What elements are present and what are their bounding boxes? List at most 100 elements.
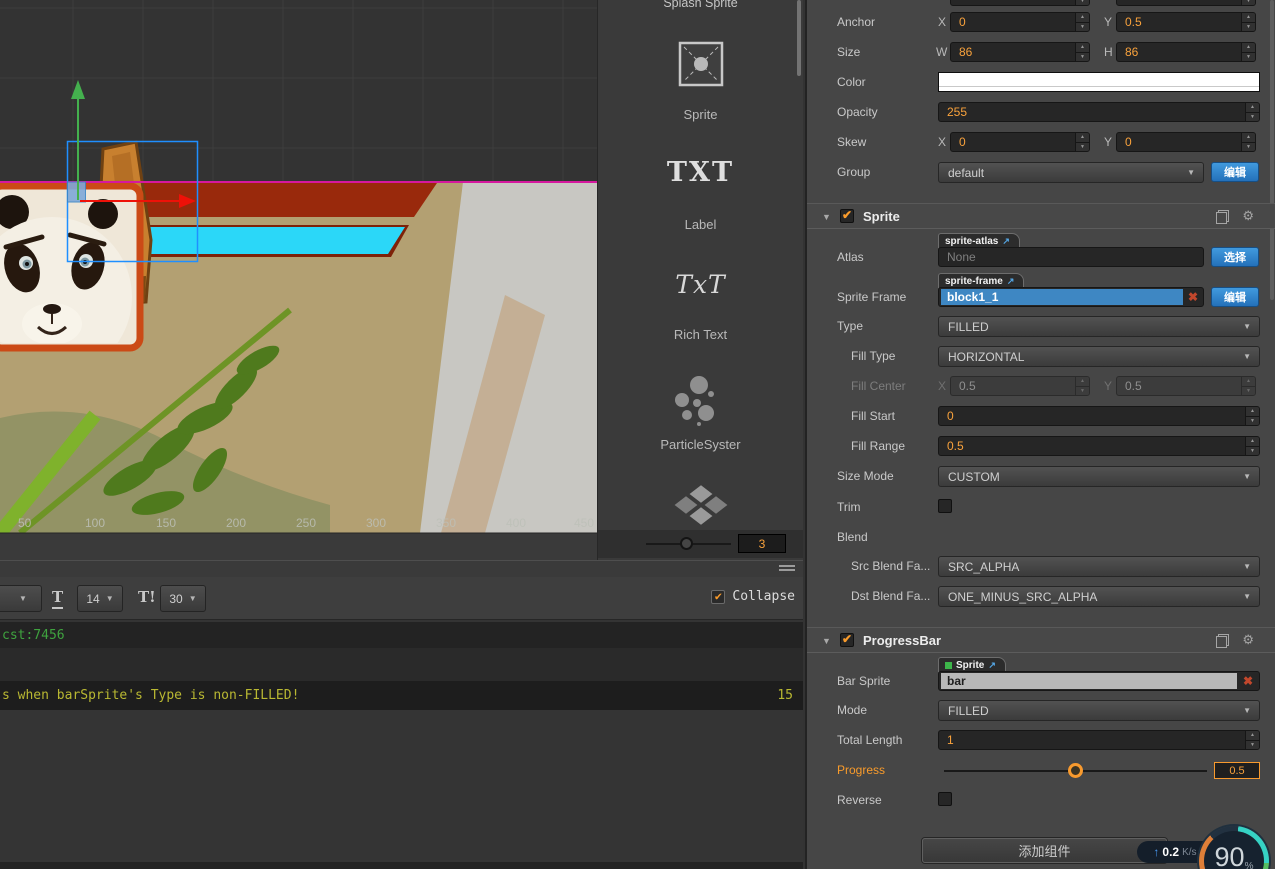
trim-row: Trim <box>807 497 1275 519</box>
group-value: default <box>948 165 985 180</box>
warning-text: s when barSprite's Type is non-FILLED! <box>2 688 300 703</box>
progressbar-section-header[interactable]: ▼ ✔ ProgressBar ⚙ <box>807 627 1275 653</box>
dst-blend-dropdown[interactable]: ONE_MINUS_SRC_ALPHA ▼ <box>938 586 1260 607</box>
spinner[interactable]: ▲▼ <box>1245 437 1259 455</box>
spinner[interactable]: ▲▼ <box>1241 43 1255 61</box>
opacity-field[interactable]: 255 ▲ ▼ <box>938 102 1260 122</box>
log-row[interactable] <box>0 648 803 681</box>
disclosure-triangle-icon[interactable]: ▼ <box>822 636 831 646</box>
panel-divider[interactable] <box>0 560 803 579</box>
atlas-select-button[interactable]: 选择 <box>1211 247 1259 267</box>
anchor-x-value: 0 <box>959 15 966 29</box>
spinner[interactable]: ▲▼ <box>1245 731 1259 749</box>
sprite-icon[interactable] <box>678 41 724 92</box>
tiledmap-icon[interactable] <box>669 482 733 533</box>
bar-sprite-type-chip: Sprite ↗ <box>938 657 1006 672</box>
chevron-down-icon: ▼ <box>1243 706 1251 715</box>
spinner[interactable]: ▲▼ <box>1241 13 1255 31</box>
palette-scrollbar[interactable] <box>797 0 801 76</box>
fill-range-field[interactable]: 0.5 ▲ ▼ <box>938 436 1260 456</box>
palette-item-label[interactable]: Label <box>598 217 803 232</box>
console-panel: ▼ T 14 ▼ T! 30 ▼ ✔ Collapse cst:7456 s w… <box>0 560 803 869</box>
console-filter-dropdown[interactable]: ▼ <box>0 585 42 612</box>
spinner[interactable]: ▲▼ <box>1075 43 1089 61</box>
trim-checkbox[interactable] <box>938 499 952 513</box>
gear-icon[interactable]: ⚙ <box>1242 632 1254 648</box>
spinner[interactable]: ▲▼ <box>1075 13 1089 31</box>
size-mode-dropdown[interactable]: CUSTOM ▼ <box>938 466 1260 487</box>
fill-range-value: 0.5 <box>947 439 964 453</box>
spinner[interactable]: ▲▼ <box>1241 133 1255 151</box>
anchor-handle-gizmo[interactable] <box>67 181 86 203</box>
anchor-x-field[interactable]: 0 ▲ ▼ <box>950 12 1090 32</box>
copy-component-icon[interactable] <box>1216 212 1227 224</box>
progress-value-field[interactable]: 0.5 <box>1214 762 1260 779</box>
spinner[interactable]: ▲▼ <box>1245 103 1259 121</box>
ruler-tick: 300 <box>366 516 386 530</box>
mode-dropdown[interactable]: FILLED ▼ <box>938 700 1260 721</box>
position-y-field[interactable]: ▲▼ <box>1116 0 1256 6</box>
sprite-section-header[interactable]: ▼ ✔ Sprite ⚙ <box>807 203 1275 229</box>
palette-slider-knob[interactable] <box>680 537 693 550</box>
spinner[interactable]: ▲▼ <box>1245 407 1259 425</box>
chevron-down-icon: ▼ <box>1243 352 1251 361</box>
reverse-checkbox[interactable] <box>938 792 952 806</box>
collapse-checkbox[interactable]: ✔ <box>711 589 726 604</box>
spinner[interactable]: ▲▼ <box>1075 0 1089 5</box>
external-link-icon[interactable]: ↗ <box>1002 236 1010 247</box>
disclosure-triangle-icon[interactable]: ▼ <box>822 212 831 222</box>
bar-sprite-value: bar <box>947 674 966 688</box>
line-height-dropdown[interactable]: 30 ▼ <box>160 585 206 612</box>
palette-item-particlesystem[interactable]: ParticleSyster <box>598 437 803 452</box>
add-component-button[interactable]: 添加组件 <box>922 838 1167 863</box>
type-dropdown[interactable]: FILLED ▼ <box>938 316 1260 337</box>
total-length-field[interactable]: 1 ▲ ▼ <box>938 730 1260 750</box>
copy-component-icon[interactable] <box>1216 636 1227 648</box>
group-dropdown[interactable]: default ▼ <box>938 162 1204 183</box>
group-edit-button[interactable]: 编辑 <box>1211 162 1259 182</box>
src-blend-dropdown[interactable]: SRC_ALPHA ▼ <box>938 556 1260 577</box>
sprite-frame-edit-button[interactable]: 编辑 <box>1211 287 1259 307</box>
palette-slider-value[interactable]: 3 <box>738 534 786 553</box>
progressbar-enabled-checkbox[interactable]: ✔ <box>840 633 854 647</box>
spinner[interactable]: ▲▼ <box>1075 133 1089 151</box>
color-swatch[interactable] <box>938 72 1260 92</box>
atlas-field[interactable]: None <box>938 247 1204 267</box>
dst-blend-row: Dst Blend Fa... ONE_MINUS_SRC_ALPHA ▼ <box>807 586 1275 608</box>
gear-icon[interactable]: ⚙ <box>1242 208 1254 224</box>
richtext-icon[interactable]: TxT <box>598 270 803 299</box>
bar-sprite-field[interactable]: bar ✖ <box>938 671 1260 691</box>
gauge-unit: % <box>1244 861 1254 869</box>
reverse-row: Reverse <box>807 790 1275 812</box>
clear-icon[interactable]: ✖ <box>1183 290 1203 304</box>
chevron-down-icon: ▼ <box>1187 168 1195 177</box>
label-icon[interactable]: TXT <box>598 157 803 188</box>
skew-y-field[interactable]: 0 ▲ ▼ <box>1116 132 1256 152</box>
font-size-dropdown[interactable]: 14 ▼ <box>77 585 123 612</box>
clear-icon[interactable]: ✖ <box>1237 674 1259 688</box>
scene-view[interactable]: 50 100 150 200 250 300 350 400 450 <box>0 0 597 560</box>
external-link-icon[interactable]: ↗ <box>1007 276 1015 287</box>
size-w-field[interactable]: 86 ▲ ▼ <box>950 42 1090 62</box>
fill-range-label: Fill Range <box>851 439 906 453</box>
skew-label: Skew <box>837 135 867 149</box>
skew-row: Skew X 0 ▲ ▼ Y 0 ▲ ▼ <box>807 132 1275 154</box>
progress-slider-knob[interactable] <box>1068 763 1083 778</box>
sprite-enabled-checkbox[interactable]: ✔ <box>840 209 854 223</box>
type-label: Type <box>837 319 864 333</box>
particlesystem-icon[interactable] <box>673 372 729 433</box>
fill-start-field[interactable]: 0 ▲ ▼ <box>938 406 1260 426</box>
external-link-icon[interactable]: ↗ <box>988 660 996 671</box>
size-h-field[interactable]: 86 ▲ ▼ <box>1116 42 1256 62</box>
log-row[interactable]: cst:7456 <box>0 622 803 648</box>
dst-blend-label: Dst Blend Fa... <box>851 589 931 603</box>
palette-item-sprite[interactable]: Sprite <box>598 107 803 122</box>
palette-item-richtext[interactable]: Rich Text <box>598 327 803 342</box>
spinner[interactable]: ▲▼ <box>1241 0 1255 5</box>
position-x-field[interactable]: ▲▼ <box>950 0 1090 6</box>
anchor-y-field[interactable]: 0.5 ▲ ▼ <box>1116 12 1256 32</box>
warning-log-row[interactable]: s when barSprite's Type is non-FILLED! 1… <box>0 681 803 710</box>
skew-x-field[interactable]: 0 ▲ ▼ <box>950 132 1090 152</box>
sprite-frame-field[interactable]: block1_1 ✖ <box>938 287 1204 307</box>
fill-type-dropdown[interactable]: HORIZONTAL ▼ <box>938 346 1260 367</box>
